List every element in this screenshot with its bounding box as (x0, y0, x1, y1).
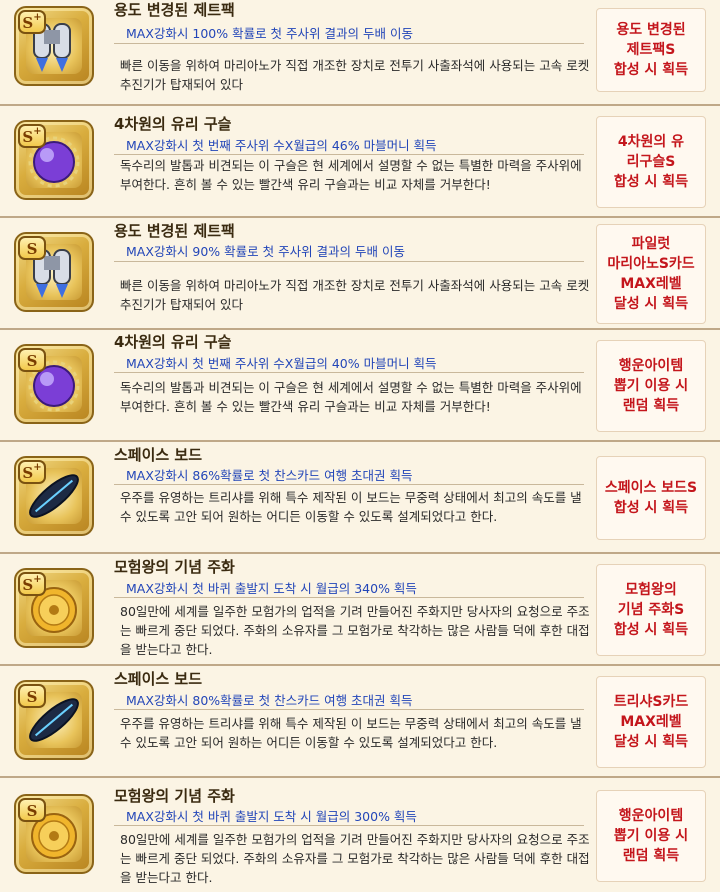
obtain-method: 4차원의 유 리구슬S 합성 시 획득 (596, 116, 706, 208)
item-description: 80일만에 세계를 일주한 모험가의 업적을 기려 만들어진 주화지만 당사자의… (120, 604, 590, 657)
obtain-method: 트리샤S카드 MAX레벨 달성 시 획득 (596, 676, 706, 768)
item-title: 용도 변경된 제트팩 (114, 1, 235, 19)
item-list: S+ 용도 변경된 제트팩 MAX강화시 100% 확률로 첫 주사위 결과의 … (0, 0, 720, 892)
item-description: 빠른 이동을 위하여 마리아노가 직접 개조한 장치로 전투기 사출좌석에 사용… (120, 58, 590, 92)
item-effect: MAX강화시 첫 번째 주사위 수X월급의 46% 마블머니 획득 (126, 138, 437, 153)
list-item[interactable]: S 모험왕의 기념 주화 MAX강화시 첫 바퀴 출발지 도착 시 월급의 30… (0, 778, 720, 892)
item-title: 스페이스 보드 (114, 446, 203, 464)
list-item[interactable]: S+ 모험왕의 기념 주화 MAX강화시 첫 바퀴 출발지 도착 시 월급의 3… (0, 554, 720, 666)
item-effect: MAX강화시 100% 확률로 첫 주사위 결과의 두배 이동 (126, 26, 413, 41)
item-description: 80일만에 세계를 일주한 모험가의 업적을 기려 만들어진 주화지만 당사자의… (120, 832, 590, 885)
item-title: 4차원의 유리 구슬 (114, 115, 232, 133)
grade-badge: S+ (18, 10, 46, 34)
item-title: 모험왕의 기념 주화 (114, 558, 235, 576)
item-effect: MAX강화시 첫 바퀴 출발지 도착 시 월급의 340% 획득 (126, 581, 417, 596)
list-item[interactable]: S 용도 변경된 제트팩 MAX강화시 90% 확률로 첫 주사위 결과의 두배… (0, 218, 720, 330)
grade-badge: S+ (18, 124, 46, 148)
item-title: 모험왕의 기념 주화 (114, 787, 235, 805)
list-item[interactable]: S+ 스페이스 보드 MAX강화시 86%확률로 첫 찬스카드 여행 초대권 획… (0, 442, 720, 554)
item-description: 빠른 이동을 위하여 마리아노가 직접 개조한 장치로 전투기 사출좌석에 사용… (120, 278, 590, 312)
grade-badge: S (18, 348, 46, 372)
item-description: 독수리의 발톱과 비견되는 이 구슬은 현 세계에서 설명할 수 없는 특별한 … (120, 380, 582, 414)
obtain-method: 파일럿 마리아노S카드 MAX레벨 달성 시 획득 (596, 224, 706, 324)
grade-badge: S+ (18, 572, 46, 596)
grade-badge: S (18, 684, 46, 708)
obtain-method: 행운아이템 뽑기 이용 시 랜덤 획득 (596, 790, 706, 882)
list-item[interactable]: S+ 용도 변경된 제트팩 MAX강화시 100% 확률로 첫 주사위 결과의 … (0, 0, 720, 106)
list-item[interactable]: S+ 4차원의 유리 구슬 MAX강화시 첫 번째 주사위 수X월급의 46% … (0, 106, 720, 218)
grade-badge: S (18, 798, 46, 822)
item-effect: MAX강화시 80%확률로 첫 찬스카드 여행 초대권 획득 (126, 693, 413, 708)
obtain-method: 용도 변경된 제트팩S 합성 시 획득 (596, 8, 706, 92)
item-effect: MAX강화시 첫 번째 주사위 수X월급의 40% 마블머니 획득 (126, 356, 437, 371)
item-description: 독수리의 발톱과 비견되는 이 구슬은 현 세계에서 설명할 수 없는 특별한 … (120, 158, 582, 192)
item-icon-frame: S (14, 794, 94, 874)
list-item[interactable]: S 4차원의 유리 구슬 MAX강화시 첫 번째 주사위 수X월급의 40% 마… (0, 330, 720, 442)
item-effect: MAX강화시 첫 바퀴 출발지 도착 시 월급의 300% 획득 (126, 809, 417, 824)
item-title: 용도 변경된 제트팩 (114, 222, 235, 240)
item-icon-frame: S (14, 344, 94, 424)
item-icon-frame: S+ (14, 120, 94, 200)
item-description: 우주를 유영하는 트리샤를 위해 특수 제작된 이 보드는 무중력 상태에서 최… (120, 490, 582, 524)
obtain-method: 행운아이템 뽑기 이용 시 랜덤 획득 (596, 340, 706, 432)
item-icon-frame: S+ (14, 568, 94, 648)
item-title: 4차원의 유리 구슬 (114, 333, 232, 351)
item-effect: MAX강화시 86%확률로 첫 찬스카드 여행 초대권 획득 (126, 468, 413, 483)
item-icon-frame: S+ (14, 6, 94, 86)
item-effect: MAX강화시 90% 확률로 첫 주사위 결과의 두배 이동 (126, 244, 405, 259)
list-item[interactable]: S 스페이스 보드 MAX강화시 80%확률로 첫 찬스카드 여행 초대권 획득… (0, 666, 720, 778)
grade-badge: S+ (18, 460, 46, 484)
obtain-method: 모험왕의 기념 주화S 합성 시 획득 (596, 564, 706, 656)
item-icon-frame: S (14, 680, 94, 760)
item-icon-frame: S+ (14, 456, 94, 536)
item-title: 스페이스 보드 (114, 670, 203, 688)
item-description: 우주를 유영하는 트리샤를 위해 특수 제작된 이 보드는 무중력 상태에서 최… (120, 716, 582, 750)
item-icon-frame: S (14, 232, 94, 312)
obtain-method: 스페이스 보드S 합성 시 획득 (596, 456, 706, 540)
grade-badge: S (18, 236, 46, 260)
